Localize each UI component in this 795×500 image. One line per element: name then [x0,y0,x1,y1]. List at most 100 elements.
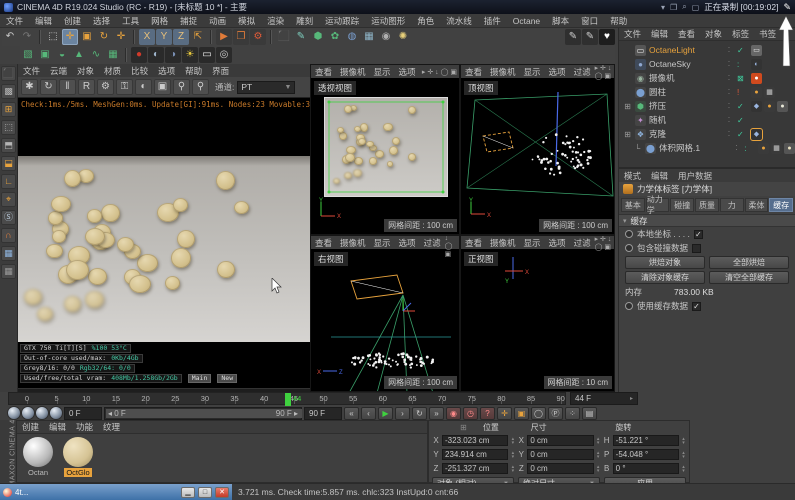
tab-力[interactable]: 力 [720,198,744,212]
menu-插件[interactable]: 插件 [478,15,507,27]
menu-模拟[interactable]: 模拟 [232,15,261,27]
octane-menu-比较[interactable]: 比较 [126,65,153,77]
frame-icon[interactable]: ▢ [692,3,700,12]
am-menu-编辑[interactable]: 编辑 [646,170,673,182]
axis-mode-icon[interactable]: ∟ [1,174,16,189]
object-row-OctaneLight[interactable]: ▭OctaneLight⁚✓▭ [619,43,795,57]
menu-雕刻[interactable]: 雕刻 [290,15,319,27]
enable-check-icon[interactable]: ✓ [737,130,746,139]
menu-帮助[interactable]: 帮助 [604,15,633,27]
mat-menu-编辑[interactable]: 编辑 [44,421,71,433]
vp3-menu-显示[interactable]: 显示 [520,237,545,249]
enable-check-icon[interactable]: ✓ [737,46,746,55]
vp3-menu-选项[interactable]: 选项 [545,237,570,249]
play-button[interactable]: ▶ [378,407,393,420]
object-row-圆柱[interactable]: ⬤圆柱⁚!●▦ [619,85,795,99]
goto-start-icon[interactable]: « [344,407,359,420]
timeline-ruler[interactable]: 05101520253035404550556065707580859044 [8,392,566,405]
object-tag-icon[interactable]: ● [764,101,775,112]
pen-spline-icon[interactable]: ✎ [293,29,309,45]
octane-menu-文件[interactable]: 文件 [18,65,45,77]
mat-menu-纹理[interactable]: 纹理 [98,421,125,433]
model-mode-icon[interactable]: ⬛ [1,66,16,81]
vram-main-button[interactable]: Main [188,374,212,383]
coord-field-X[interactable]: 0 cm [527,435,593,446]
vram-new-button[interactable]: New [217,374,237,383]
tab-基本[interactable]: 基本 [621,198,645,212]
am-menu-用户数据[interactable]: 用户数据 [673,170,717,182]
menu-文件[interactable]: 文件 [0,15,29,27]
vp2-menu-查看[interactable]: 查看 [311,237,336,249]
object-tag-icon[interactable]: ▦ [771,143,782,154]
object-tag-icon[interactable]: ◐ [751,59,762,70]
bake-all-button[interactable]: 全部烘焙 [709,256,789,269]
visibility-dots-icon[interactable]: ⁚ [724,88,734,96]
current-frame-marker[interactable] [285,393,291,406]
vp1-menu-查看[interactable]: 查看 [461,66,486,78]
octane-menu-界面[interactable]: 界面 [207,65,234,77]
enable-check-icon[interactable]: ! [737,88,746,97]
vp1-menu-摄像机[interactable]: 摄像机 [486,66,520,78]
mat-menu-创建[interactable]: 创建 [17,421,44,433]
close-button[interactable]: ✕ [215,487,229,498]
vp3-menu-查看[interactable]: 查看 [461,237,486,249]
menu-窗口[interactable]: 窗口 [575,15,604,27]
object-row-克隆[interactable]: ⊞❖克隆⁚✓◆ [619,127,795,141]
material-ball-icon[interactable]: ● [131,47,147,63]
vp2-menu-过滤[interactable]: 过滤 [420,237,445,249]
redo-icon[interactable]: ↷ [19,29,35,45]
menu-网格[interactable]: 网格 [145,15,174,27]
coord-field-Y[interactable]: 234.914 cm [442,449,508,460]
enable-check-icon[interactable]: ✓ [737,116,746,125]
edges-mode-icon[interactable]: ⬚ [1,120,16,135]
visibility-dots-icon[interactable]: ⁚ [724,130,734,138]
om-menu-标签[interactable]: 标签 [727,28,754,40]
vp2-menu-显示[interactable]: 显示 [370,237,395,249]
octane-menu-选项[interactable]: 选项 [153,65,180,77]
coord-system-icon[interactable]: ⇱ [190,29,206,45]
z-axis-lock-icon[interactable]: Z [173,29,189,45]
maximize-button[interactable]: □ [198,487,212,498]
tab-碰撞[interactable]: 碰撞 [670,198,694,212]
include-collision-checkbox[interactable] [692,244,701,253]
render-settings-icon[interactable]: ⚙ [250,29,266,45]
octane-menu-云端[interactable]: 云端 [45,65,72,77]
lathe-icon[interactable]: ◒ [54,47,70,63]
om-menu-对象[interactable]: 对象 [700,28,727,40]
make-editable-icon[interactable]: ⬓ [1,156,16,171]
object-tag-icon[interactable]: ▦ [764,87,775,98]
loop-mode-icon[interactable]: ↻ [412,407,427,420]
coord-field-H[interactable]: -51.221 ° [613,435,679,446]
viewport-nav-icon[interactable]: ⌖ [1,192,16,207]
lock-resolution-icon[interactable]: ⚿ [116,79,133,95]
tab-动力学[interactable]: 动力学 [646,198,670,212]
undo-icon[interactable]: ↶ [2,29,18,45]
pause-render-icon[interactable]: ‖ [59,79,76,95]
sweep-icon[interactable]: ∿ [88,47,104,63]
settings-gear-icon[interactable]: ⚙ [97,79,114,95]
white-balance-picker-icon[interactable]: ⚲ [192,79,209,95]
search-icon[interactable]: ⌕ [682,2,686,12]
key-parameter-icon[interactable]: Ⓟ [548,407,563,420]
visibility-dots-icon[interactable]: ⁚ [724,102,734,110]
polygons-mode-icon[interactable]: ⬒ [1,138,16,153]
autokey-clock-icon[interactable]: ◷ [463,407,478,420]
key-scale-icon[interactable]: ▣ [514,407,529,420]
material-picker-icon[interactable]: ◐ [135,79,152,95]
tab-柔体[interactable]: 柔体 [745,198,769,212]
restart-render-icon[interactable]: ↻ [40,79,57,95]
keyframe-interp-icon[interactable] [36,407,48,419]
viewport-perspective[interactable]: 查看摄像机显示选项▸ ✛ ↓ ◯ ▣ Y X 透视视图 网格间距 : 100 c… [310,64,460,235]
vp3-menu-摄像机[interactable]: 摄像机 [486,237,520,249]
object-tag-icon[interactable]: ▭ [751,45,762,56]
object-tag-icon[interactable]: ● [777,101,788,112]
camera-icon[interactable]: ◉ [378,29,394,45]
viewport-front[interactable]: 查看摄像机显示选项过滤▸ ✛ ↓ ◯ ▣ X Y 正视图 网格间距 : 10 c… [460,235,615,392]
last-tool-icon[interactable]: ✛ [113,29,129,45]
object-row-体积网格.1[interactable]: └⬤体积网格.1⁚:●▦● [619,141,795,155]
menu-运动跟踪[interactable]: 运动跟踪 [319,15,365,27]
object-tag-icon[interactable]: ● [751,73,762,84]
frame-range-slider[interactable]: ◂ 0 F90 F ▸ [104,407,302,420]
menu-渲染[interactable]: 渲染 [261,15,290,27]
menu-创建[interactable]: 创建 [58,15,87,27]
